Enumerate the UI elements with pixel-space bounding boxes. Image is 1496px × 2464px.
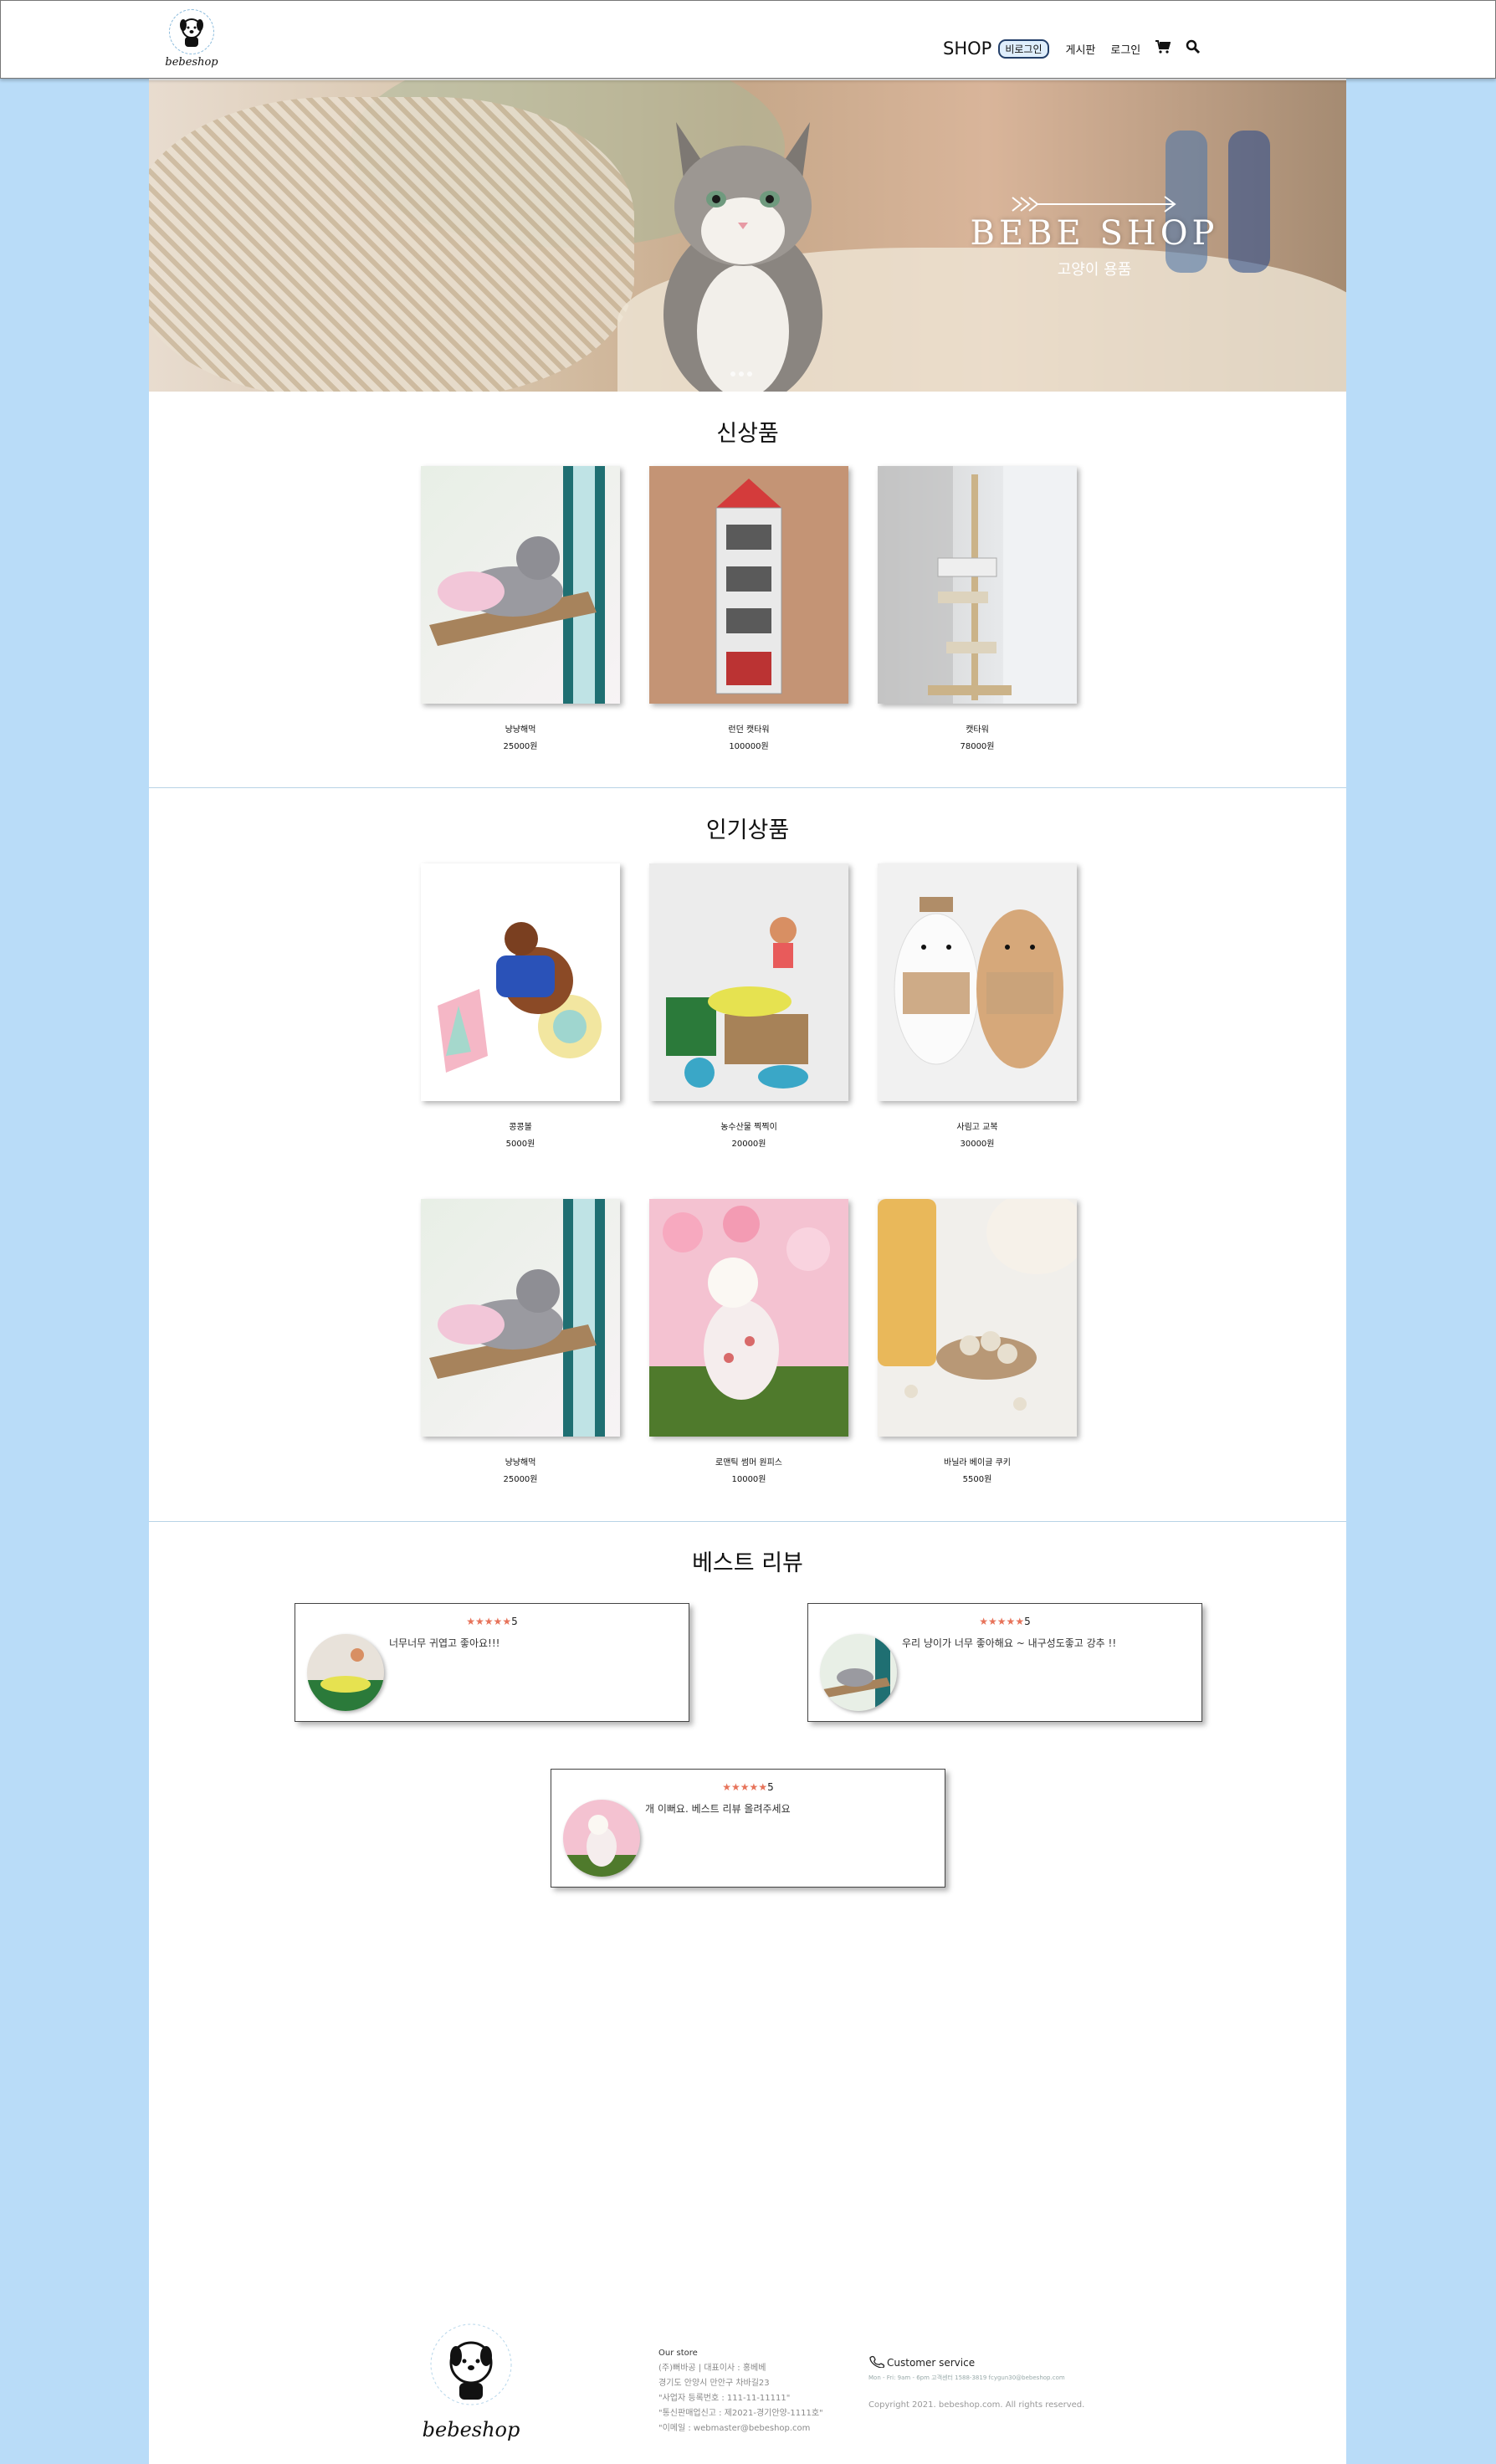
product-image[interactable]	[421, 1199, 620, 1437]
product-name[interactable]: 런던 캣타워	[649, 722, 848, 735]
product-name[interactable]: 농수산물 찍찍이	[649, 1119, 848, 1132]
header-logo[interactable]: bebeshop	[165, 9, 218, 73]
product-image[interactable]	[649, 466, 848, 704]
phone-icon	[868, 2354, 887, 2370]
product-name[interactable]: 캣타워	[878, 722, 1077, 735]
product-image[interactable]	[421, 863, 620, 1101]
review-avatar	[307, 1634, 384, 1711]
rating: ★★★★★5	[808, 1616, 1201, 1627]
product-card[interactable]: 런던 캣타워 100000원	[649, 466, 848, 751]
product-image[interactable]	[878, 1199, 1077, 1437]
main-content: BEBE SHOP 고양이 용품 신상품 냥냥해먹 25000원 런던 캣타워 …	[149, 77, 1346, 2464]
hero-pillow	[149, 97, 634, 392]
section-divider	[149, 787, 1346, 788]
store-line: "이메일 : webmaster@bebeshop.com	[658, 2424, 811, 2433]
product-price: 100000원	[729, 742, 769, 751]
rating-score: 5	[767, 1781, 774, 1793]
product-name[interactable]: 냥냥해먹	[421, 1455, 620, 1468]
product-image[interactable]	[649, 863, 848, 1101]
hero-banner[interactable]: BEBE SHOP 고양이 용품	[149, 80, 1346, 392]
product-price: 20000원	[731, 1140, 766, 1149]
product-name[interactable]: 로맨틱 썸머 원피스	[649, 1455, 848, 1468]
rating-stars: ★★★★★	[466, 1616, 512, 1627]
rating-score: 5	[1024, 1616, 1031, 1627]
customer-service-title: Customer service	[887, 2356, 976, 2369]
product-image[interactable]	[878, 466, 1077, 704]
nav-login[interactable]: 로그인	[1110, 41, 1140, 57]
product-image[interactable]	[878, 863, 1077, 1101]
product-price: 5500원	[962, 1475, 992, 1484]
dog-logo-icon	[169, 9, 214, 54]
product-price: 25000원	[503, 1475, 538, 1484]
rating-stars: ★★★★★	[722, 1781, 768, 1793]
store-line: "통신판매업신고 : 제2021-경기안양-1111호"	[658, 2409, 823, 2418]
cart-icon[interactable]	[1155, 40, 1171, 57]
review-text: 우리 냥이가 너무 좋아해요 ~ 내구성도좋고 강추 !!	[902, 1637, 1117, 1649]
nav-shop[interactable]: SHOP	[943, 38, 991, 59]
product-card[interactable]: 농수산물 찍찍이 20000원	[649, 863, 848, 1149]
product-card[interactable]: 냥냥해먹 25000원	[421, 1199, 620, 1484]
review-avatar	[563, 1800, 640, 1877]
hero-subtitle: 고양이 용품	[1057, 261, 1132, 279]
product-price: 78000원	[960, 742, 995, 751]
review-card[interactable]: ★★★★★5 개 이뻐요. 베스트 리뷰 올려주세요	[551, 1769, 945, 1888]
search-icon[interactable]	[1186, 39, 1201, 58]
logo-text: bebeshop	[165, 56, 218, 69]
copyright: Copyright 2021. bebeshop.com. All rights…	[868, 2400, 1085, 2410]
product-card[interactable]: 사림고 교복 30000원	[878, 863, 1077, 1149]
rating-stars: ★★★★★	[979, 1616, 1025, 1627]
review-avatar	[820, 1634, 897, 1711]
review-text: 너무너무 귀엽고 좋아요!!!	[389, 1637, 500, 1649]
product-name[interactable]: 바닐라 베이글 쿠키	[878, 1455, 1077, 1468]
rating: ★★★★★5	[295, 1616, 689, 1627]
carousel-dots	[730, 371, 752, 377]
footer-logo[interactable]: bebeshop	[417, 2321, 525, 2446]
product-name[interactable]: 사림고 교복	[878, 1119, 1077, 1132]
review-card[interactable]: ★★★★★5 우리 냥이가 너무 좋아해요 ~ 내구성도좋고 강추 !!	[807, 1603, 1202, 1722]
premium-petshop-badge-icon	[430, 2323, 512, 2405]
best-reviews-title: 베스트 리뷰	[692, 1550, 803, 1576]
nonmember-badge[interactable]: 비로그인	[998, 38, 1049, 59]
footer-logo-text: bebeshop	[422, 2418, 520, 2441]
hero-title: BEBE SHOP	[970, 214, 1219, 253]
section-divider	[149, 1521, 1346, 1522]
rating: ★★★★★5	[551, 1781, 945, 1793]
carousel-dot[interactable]	[747, 371, 752, 377]
new-products-title: 신상품	[716, 421, 779, 447]
review-card[interactable]: ★★★★★5 너무너무 귀엽고 좋아요!!!	[295, 1603, 689, 1722]
rating-score: 5	[511, 1616, 518, 1627]
nav-board[interactable]: 게시판	[1066, 41, 1096, 57]
product-card[interactable]: 콩콩볼 5000원	[421, 863, 620, 1149]
product-card[interactable]: 로맨틱 썸머 원피스 10000원	[649, 1199, 848, 1484]
product-price: 25000원	[503, 742, 538, 751]
product-card[interactable]: 바닐라 베이글 쿠키 5500원	[878, 1199, 1077, 1484]
arrow-icon	[1012, 196, 1176, 213]
store-info: Our store (주)뻐바공 | 대표이사 : 홍베베 경기도 안양시 만안…	[658, 2346, 823, 2436]
main-nav: SHOP 비로그인 게시판 로그인	[943, 38, 1216, 59]
product-name[interactable]: 냥냥해먹	[421, 722, 620, 735]
carousel-dot[interactable]	[730, 371, 735, 377]
review-text: 개 이뻐요. 베스트 리뷰 올려주세요	[645, 1803, 791, 1815]
product-name[interactable]: 콩콩볼	[421, 1119, 620, 1132]
store-line: 경기도 안양시 만안구 차바길23	[658, 2379, 770, 2388]
store-line: (주)뻐바공 | 대표이사 : 홍베베	[658, 2364, 766, 2373]
kitten-image	[663, 122, 822, 392]
carousel-dot[interactable]	[739, 371, 744, 377]
store-heading: Our store	[658, 2349, 698, 2358]
popular-products-title: 인기상품	[705, 817, 790, 843]
customer-service-hours: Mon - Fri: 9am - 6pm 고객센터 1588-3819 fcyg…	[868, 2374, 1065, 2381]
store-line: "사업자 등록번호 : 111-11-11111"	[658, 2394, 791, 2403]
product-price: 5000원	[505, 1140, 535, 1149]
product-image[interactable]	[649, 1199, 848, 1437]
product-image[interactable]	[421, 466, 620, 704]
product-price: 10000원	[731, 1475, 766, 1484]
product-card[interactable]: 냥냥해먹 25000원	[421, 466, 620, 751]
site-header: bebeshop SHOP 비로그인 게시판 로그인	[0, 0, 1496, 79]
product-price: 30000원	[960, 1140, 995, 1149]
product-card[interactable]: 캣타워 78000원	[878, 466, 1077, 751]
customer-service: Customer service Mon - Fri: 9am - 6pm 고객…	[868, 2354, 1084, 2410]
